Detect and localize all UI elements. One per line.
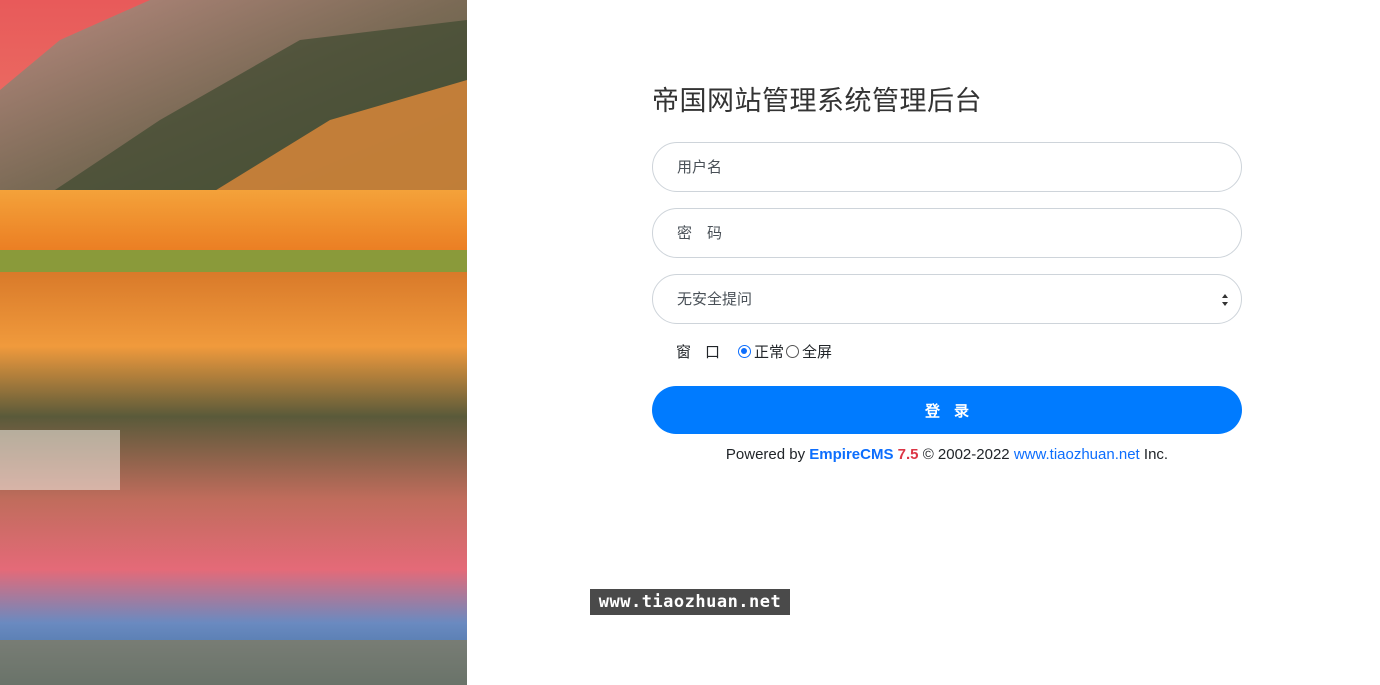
- window-mode-fullscreen-label: 全屏: [802, 342, 833, 361]
- footer-copyright: © 2002-2022: [922, 446, 1010, 463]
- security-question-wrapper: 无安全提问: [652, 274, 1242, 324]
- password-input[interactable]: [653, 209, 1241, 257]
- login-page: 帝国网站管理系统管理后台 无安全提问 窗口 正常 全屏: [0, 0, 1380, 685]
- footer-version: 7.5: [897, 446, 919, 463]
- window-mode-normal-label: 正常: [754, 342, 785, 361]
- password-field-wrapper: [652, 208, 1242, 258]
- window-mode-fullscreen-option[interactable]: 全屏: [786, 341, 832, 362]
- security-question-select[interactable]: 无安全提问: [653, 275, 1241, 323]
- footer: Powered by EmpireCMS 7.5 © 2002-2022 www…: [652, 446, 1242, 463]
- footer-brand: EmpireCMS: [809, 446, 894, 463]
- footer-powered-by: Powered by: [725, 446, 806, 463]
- footer-site-link[interactable]: www.tiaozhuan.net: [1014, 446, 1140, 463]
- login-form: 帝国网站管理系统管理后台 无安全提问 窗口 正常 全屏: [652, 84, 1242, 463]
- window-mode-normal-option[interactable]: 正常: [738, 341, 784, 362]
- window-mode-normal-radio[interactable]: [738, 344, 752, 358]
- watermark: www.tiaozhuan.net: [590, 589, 790, 615]
- login-title: 帝国网站管理系统管理后台: [652, 86, 982, 117]
- username-field-wrapper: [652, 142, 1242, 192]
- login-button[interactable]: 登录: [652, 386, 1242, 434]
- window-mode-fullscreen-radio[interactable]: [786, 344, 800, 358]
- window-mode-row: 窗口 正常 全屏: [676, 340, 1242, 362]
- window-mode-label: 窗口: [676, 342, 735, 361]
- username-input[interactable]: [653, 143, 1241, 191]
- landscape-background-image: [0, 0, 467, 685]
- footer-suffix: Inc.: [1143, 446, 1169, 463]
